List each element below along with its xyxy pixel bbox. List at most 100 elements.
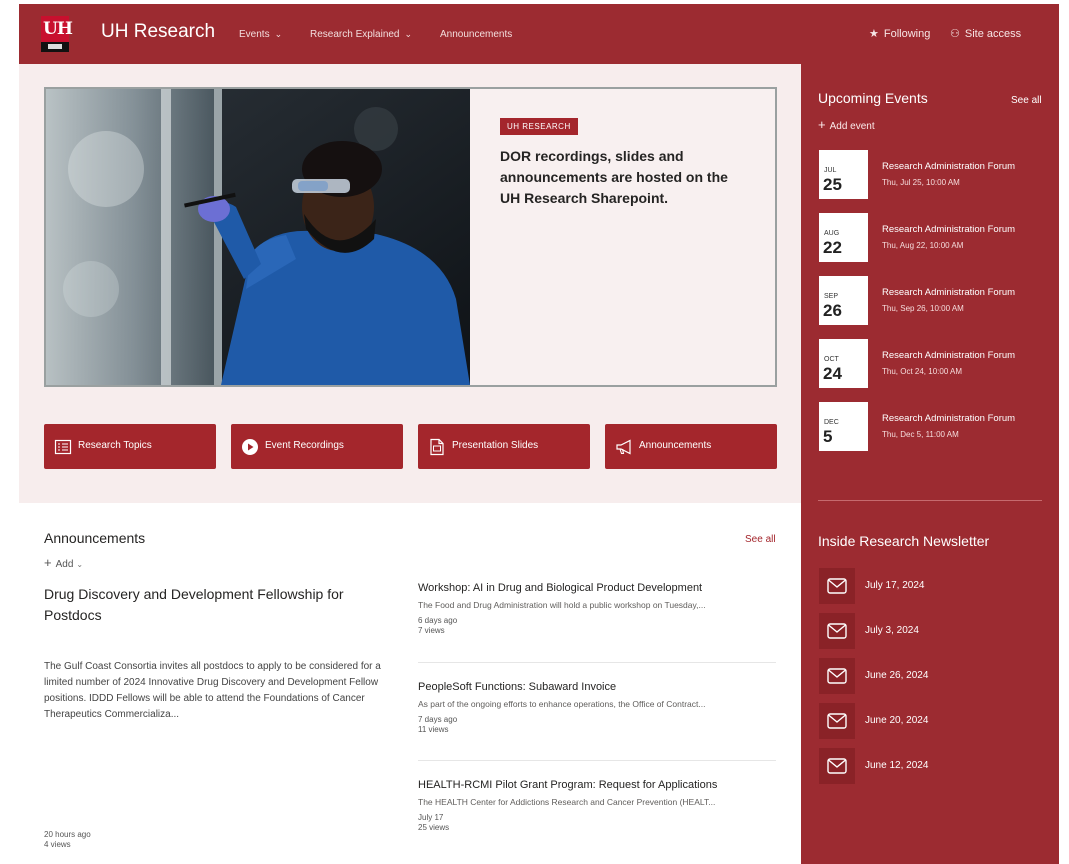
event-date: JUL 25	[819, 150, 868, 199]
event-title[interactable]: Research Administration Forum	[882, 161, 1015, 172]
newsletter-date: June 20, 2024	[865, 715, 929, 726]
featured-time: 20 hours ago	[44, 830, 91, 839]
add-event-button[interactable]: + Add event	[818, 117, 875, 132]
star-icon: ★	[869, 28, 879, 40]
event-day: 5	[823, 427, 833, 446]
announcements-see-all-link[interactable]: See all	[745, 534, 776, 545]
nav-announcements[interactable]: Announcements	[440, 29, 512, 40]
newsletter-item[interactable]: June 26, 2024	[819, 658, 1039, 694]
uh-logo[interactable]: UH	[41, 16, 73, 52]
mail-icon	[819, 613, 855, 649]
nav-label: Announcements	[440, 29, 513, 40]
following-button[interactable]: ★ Following	[869, 27, 930, 40]
chevron-down-icon: ⌄	[76, 560, 84, 569]
announcement-title[interactable]: HEALTH-RCMI Pilot Grant Program: Request…	[418, 779, 776, 791]
event-title[interactable]: Research Administration Forum	[882, 287, 1015, 298]
event-time: Thu, Oct 24, 10:00 AM	[882, 367, 963, 376]
event-date: SEP 26	[819, 276, 868, 325]
mail-icon	[819, 703, 855, 739]
announcement-time: July 17	[418, 813, 444, 822]
mail-icon	[819, 658, 855, 694]
add-announcement-button[interactable]: + Add ⌄	[44, 555, 83, 570]
mail-icon	[819, 568, 855, 604]
event-day: 22	[823, 238, 842, 257]
event-date: AUG 22	[819, 213, 868, 262]
site-title[interactable]: UH Research	[101, 21, 215, 43]
newsletter-date: June 12, 2024	[865, 760, 929, 771]
announcement-body: The Food and Drug Administration will ho…	[418, 600, 706, 610]
newsletter-item[interactable]: June 20, 2024	[819, 703, 1039, 739]
announcement-title[interactable]: PeopleSoft Functions: Subaward Invoice	[418, 681, 776, 693]
tile-research-topics[interactable]: Research Topics	[44, 424, 216, 469]
event-date: OCT 24	[819, 339, 868, 388]
featured-announcement-meta: 20 hours ago 4 views	[44, 830, 91, 850]
announcement-time: 7 days ago	[418, 715, 458, 724]
divider	[418, 760, 776, 761]
newsletter-date: July 3, 2024	[865, 625, 919, 636]
event-month: SEP	[824, 293, 839, 300]
event-date: DEC 5	[819, 402, 868, 451]
event-month: OCT	[824, 356, 839, 363]
list-icon	[54, 439, 72, 455]
tile-presentation-slides[interactable]: Presentation Slides	[418, 424, 590, 469]
event-time: Thu, Dec 5, 11:00 AM	[882, 430, 959, 439]
tile-event-recordings[interactable]: Event Recordings	[231, 424, 403, 469]
announcement-title[interactable]: Workshop: AI in Drug and Biological Prod…	[418, 582, 776, 594]
announcement-meta: July 17 25 views	[418, 813, 776, 833]
announcement-item[interactable]: PeopleSoft Functions: Subaward Invoice A…	[418, 681, 776, 735]
add-event-label: Add event	[829, 121, 875, 132]
tile-announcements[interactable]: Announcements	[605, 424, 777, 469]
play-icon	[242, 439, 258, 455]
nav-label: Research Explained	[310, 29, 400, 40]
quick-links: Research Topics Event Recordings Present…	[44, 424, 777, 469]
announcement-time: 6 days ago	[418, 616, 458, 625]
hero-tag: UH RESEARCH	[500, 118, 578, 135]
site-access-button[interactable]: ⚇ Site access	[950, 27, 1021, 40]
event-item[interactable]: AUG 22 Research Administration Forum Thu…	[819, 213, 1051, 263]
event-item[interactable]: SEP 26 Research Administration Forum Thu…	[819, 276, 1051, 326]
plus-icon: +	[44, 555, 52, 570]
events-see-all-link[interactable]: See all	[1011, 95, 1042, 106]
tile-label: Research Topics	[78, 440, 152, 451]
divider	[818, 500, 1042, 501]
chevron-down-icon: ⌄	[274, 29, 283, 39]
featured-announcement-title[interactable]: Drug Discovery and Development Fellowshi…	[44, 584, 389, 626]
newsletter-item[interactable]: July 17, 2024	[819, 568, 1039, 604]
nav-research-explained[interactable]: Research Explained ⌄	[310, 29, 412, 40]
nav-events[interactable]: Events ⌄	[239, 29, 282, 40]
announcements-title: Announcements	[44, 530, 146, 546]
event-item[interactable]: OCT 24 Research Administration Forum Thu…	[819, 339, 1051, 389]
site-header: UH UH Research Events ⌄ Research Explaine…	[19, 4, 1059, 64]
event-title[interactable]: Research Administration Forum	[882, 413, 1015, 424]
newsletter-title: Inside Research Newsletter	[818, 533, 990, 549]
newsletter-item[interactable]: July 3, 2024	[819, 613, 1039, 649]
announcement-views: 25 views	[418, 823, 450, 832]
tile-label: Announcements	[639, 440, 712, 451]
event-title[interactable]: Research Administration Forum	[882, 350, 1015, 361]
event-month: AUG	[824, 230, 840, 237]
event-day: 26	[823, 301, 842, 320]
announcement-item[interactable]: Workshop: AI in Drug and Biological Prod…	[418, 582, 776, 636]
megaphone-icon	[616, 439, 631, 455]
event-time: Thu, Sep 26, 10:00 AM	[882, 304, 964, 313]
event-month: DEC	[824, 419, 839, 426]
event-item[interactable]: DEC 5 Research Administration Forum Thu,…	[819, 402, 1051, 452]
people-icon: ⚇	[950, 28, 960, 40]
announcement-item[interactable]: HEALTH-RCMI Pilot Grant Program: Request…	[418, 779, 776, 833]
event-title[interactable]: Research Administration Forum	[882, 224, 1015, 235]
event-time: Thu, Aug 22, 10:00 AM	[882, 241, 964, 250]
hero-headline[interactable]: DOR recordings, slides and announcements…	[500, 146, 750, 209]
following-label: Following	[883, 28, 931, 40]
announcement-meta: 6 days ago 7 views	[418, 616, 776, 636]
tile-label: Event Recordings	[265, 440, 344, 451]
newsletter-item[interactable]: June 12, 2024	[819, 748, 1039, 784]
event-item[interactable]: JUL 25 Research Administration Forum Thu…	[819, 150, 1051, 200]
hero-card[interactable]: UH RESEARCH DOR recordings, slides and a…	[44, 87, 777, 387]
event-day: 25	[823, 175, 842, 194]
sharepoint-page: UH UH Research Events ⌄ Research Explaine…	[19, 4, 1059, 864]
featured-views: 4 views	[44, 840, 71, 849]
announcement-meta: 7 days ago 11 views	[418, 715, 776, 735]
announcement-body: As part of the ongoing efforts to enhanc…	[418, 699, 706, 709]
event-time: Thu, Jul 25, 10:00 AM	[882, 178, 960, 187]
right-rail: Upcoming Events See all + Add event JUL 2…	[801, 64, 1059, 864]
